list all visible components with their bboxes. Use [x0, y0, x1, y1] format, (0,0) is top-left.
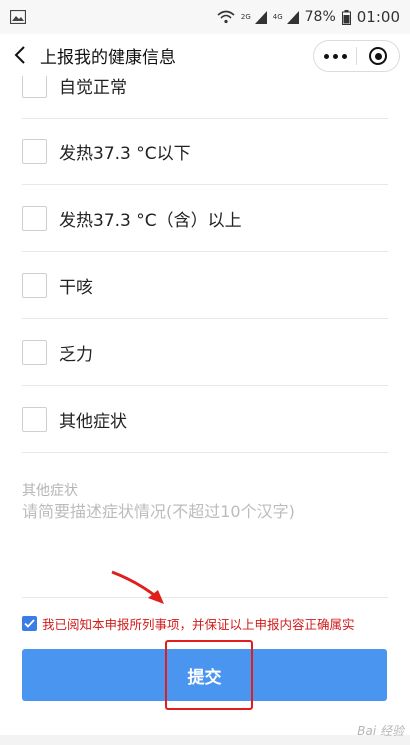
clock: 01:00 [356, 8, 400, 26]
checkbox[interactable] [22, 76, 47, 98]
option-label: 发热37.3 °C（含）以上 [59, 211, 242, 231]
target-circle-icon [369, 47, 387, 65]
form-content: 自觉正常 发热37.3 °C以下 发热37.3 °C（含）以上 干咳 乏力 其他… [0, 76, 410, 745]
agreement-row[interactable]: 我已阅知本申报所列事项，并保证以上申报内容正确属实 [22, 614, 355, 633]
other-symptoms-title: 其他症状 [22, 483, 78, 499]
status-right: 2G 4G 78% 01:00 [217, 8, 400, 26]
agreement-text: 我已阅知本申报所列事项，并保证以上申报内容正确属实 [42, 617, 355, 632]
more-dots-icon [323, 53, 347, 59]
option-label: 自觉正常 [59, 78, 127, 98]
nav-header: 上报我的健康信息 [0, 34, 410, 76]
close-miniprogram-button[interactable] [357, 41, 399, 71]
option-label: 乏力 [59, 345, 93, 365]
chevron-left-icon [14, 46, 25, 64]
page-title: 上报我的健康信息 [40, 47, 176, 68]
option-label: 发热37.3 °C以下 [59, 144, 191, 164]
status-left [10, 10, 26, 24]
divider [22, 597, 388, 598]
agreement-checkbox[interactable] [22, 616, 37, 631]
red-arrow-annotation [111, 570, 164, 604]
check-icon [24, 619, 35, 628]
option-fatigue[interactable]: 乏力 [22, 320, 388, 386]
wifi-icon [217, 10, 235, 24]
checkbox[interactable] [22, 273, 47, 298]
option-dry-cough[interactable]: 干咳 [22, 253, 388, 319]
highlight-box-annotation [165, 640, 253, 710]
checkbox[interactable] [22, 139, 47, 164]
network-badge-4g: 4G [272, 13, 283, 21]
other-symptoms-input[interactable] [22, 498, 388, 596]
option-other[interactable]: 其他症状 [22, 387, 388, 453]
battery-icon [341, 9, 351, 25]
option-fever-above[interactable]: 发热37.3 °C（含）以上 [22, 186, 388, 252]
gallery-icon [10, 10, 26, 24]
more-button[interactable] [314, 41, 356, 71]
option-label: 其他症状 [59, 412, 127, 432]
option-label: 干咳 [59, 278, 93, 298]
bottom-strip [0, 735, 410, 745]
back-button[interactable] [2, 34, 38, 76]
battery-percent: 78% [304, 9, 336, 25]
signal-icon [254, 10, 267, 24]
checkbox[interactable] [22, 340, 47, 365]
status-bar: 2G 4G 78% 01:00 [0, 0, 410, 34]
signal-icon-2 [286, 10, 299, 24]
option-fever-below[interactable]: 发热37.3 °C以下 [22, 119, 388, 185]
watermark: Bai 经验 [357, 724, 404, 738]
miniprogram-capsule [313, 40, 400, 72]
network-badge-2g: 2G [240, 13, 251, 21]
option-normal[interactable]: 自觉正常 [22, 76, 388, 119]
checkbox[interactable] [22, 407, 47, 432]
checkbox[interactable] [22, 206, 47, 231]
